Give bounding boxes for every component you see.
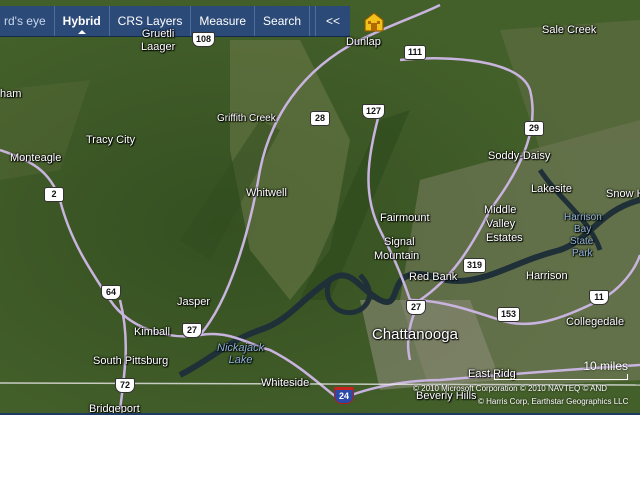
place-label: Chattanooga <box>372 326 458 343</box>
place-label: Signal <box>384 236 415 248</box>
tab-search[interactable]: Search <box>255 6 311 36</box>
tab-birds-eye[interactable]: rd's eye <box>0 6 55 36</box>
place-label: Mountain <box>374 250 420 262</box>
tab-hybrid-label: Hybrid <box>62 14 101 28</box>
route-shield: 28 <box>310 111 330 126</box>
tab-hybrid[interactable]: Hybrid <box>55 6 110 36</box>
place-label: Estates <box>486 232 523 244</box>
place-label: Harrison <box>526 270 568 282</box>
route-shield: 64 <box>101 285 121 300</box>
route-shield: 2 <box>44 187 64 202</box>
place-label: Valley <box>486 218 516 230</box>
place-label: Middle <box>484 204 517 216</box>
route-shield: 11 <box>589 290 609 305</box>
place-label: Monteagle <box>10 152 62 164</box>
place-label: Red Bank <box>409 271 458 283</box>
satellite-terrain <box>0 0 640 413</box>
lake-label: Nickajack Lake <box>217 342 265 366</box>
map-view[interactable]: rd's eye Hybrid CRS Layers Measure Searc… <box>0 0 640 415</box>
park-label: Bay <box>574 224 592 235</box>
place-label: South Pittsburg <box>93 355 169 367</box>
route-shield: 27 <box>182 323 202 338</box>
place-label: Lakesite <box>531 183 572 195</box>
place-label: Gruetli Laager <box>141 28 176 53</box>
park-label: Harrison <box>564 212 602 223</box>
location-pin-icon[interactable] <box>364 12 384 32</box>
place-label: Fairmount <box>380 212 430 224</box>
place-label: Sale Creek <box>542 24 597 36</box>
route-shield: 72 <box>115 378 135 393</box>
place-label: Kimball <box>134 326 171 338</box>
route-shield: 153 <box>497 307 521 322</box>
copyright-text: © 2010 Microsoft Corporation © 2010 NAVT… <box>413 384 608 393</box>
interstate-shield: 24 <box>334 387 354 404</box>
route-shield: 29 <box>524 121 544 136</box>
copyright-text: © Harris Corp, Earthstar Geographics LLC <box>478 397 629 406</box>
route-shield: 111 <box>404 45 427 60</box>
scale-bar <box>494 374 628 380</box>
place-label: Soddy-Daisy <box>488 150 551 162</box>
place-label: ham <box>0 88 22 100</box>
place-label: Dunlap <box>346 36 381 48</box>
place-label: Griffith Creek <box>217 113 276 124</box>
route-shield: 127 <box>362 104 386 119</box>
place-label: Whiteside <box>261 377 310 389</box>
route-shield: 108 <box>192 32 216 47</box>
route-shield: 27 <box>406 300 426 315</box>
collapse-toolbar-button[interactable]: << <box>314 6 350 36</box>
route-shield: 319 <box>463 258 487 273</box>
place-label: Jasper <box>177 296 211 308</box>
place-label: Snow H <box>606 188 640 200</box>
place-label: Whitwell <box>246 187 287 199</box>
place-label: Bridgeport <box>89 403 140 415</box>
place-label: Collegedale <box>566 316 625 328</box>
scale-label: 10 miles <box>583 359 628 373</box>
park-label: State <box>570 236 594 247</box>
park-label: Park <box>572 248 593 259</box>
place-label: Tracy City <box>86 134 136 146</box>
active-caret-icon <box>77 30 86 34</box>
